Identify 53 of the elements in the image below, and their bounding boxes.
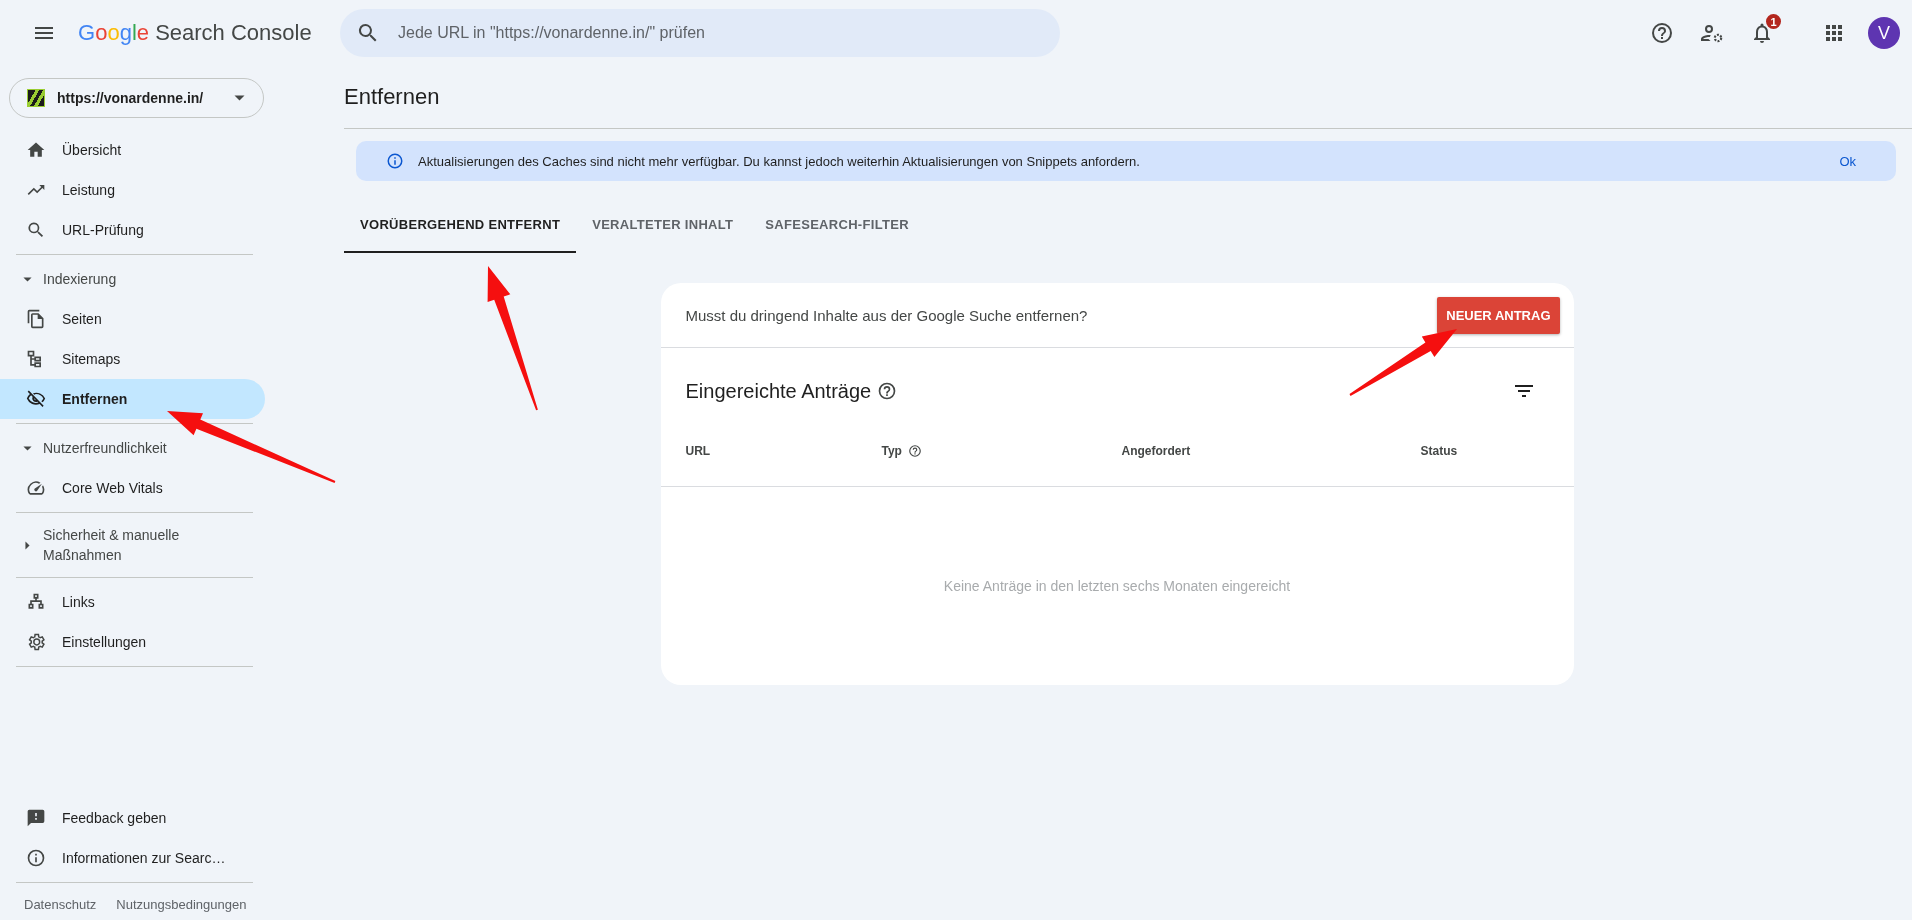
- property-url: https://vonardenne.in/: [57, 90, 205, 106]
- nav-item[interactable]: Core Web Vitals: [0, 468, 265, 508]
- feedback-icon: [26, 808, 46, 828]
- eye-slash-icon: [26, 389, 46, 409]
- nav-group-header[interactable]: Nutzerfreundlichkeit: [0, 428, 273, 468]
- gauge-icon: [26, 478, 46, 498]
- account-avatar[interactable]: V: [1868, 17, 1900, 49]
- pages-icon: [26, 309, 46, 329]
- column-header: Typ: [881, 444, 902, 458]
- nav-group-header[interactable]: Indexierung: [0, 259, 273, 299]
- nav-item[interactable]: Sitemaps: [0, 339, 265, 379]
- dropdown-caret-icon: [234, 95, 245, 101]
- nav-item[interactable]: Leistung: [0, 170, 265, 210]
- notification-badge: 1: [1766, 14, 1781, 29]
- network-icon: [26, 592, 46, 612]
- card-prompt: Musst du dringend Inhalte aus der Google Suche entfernen?: [685, 306, 1089, 324]
- help-icon: [1650, 21, 1674, 45]
- search-field[interactable]: Jede URL in "https://vonardenne.in/" prüfen: [340, 9, 1060, 57]
- settings-icon: [26, 632, 46, 652]
- nav-item[interactable]: Links: [0, 582, 265, 622]
- tab[interactable]: VERALTETER INHALT: [576, 197, 750, 253]
- ok-button[interactable]: Ok: [1833, 152, 1862, 170]
- info-icon: [26, 848, 46, 868]
- new-request-button[interactable]: NEUER ANTRAG: [1437, 296, 1560, 334]
- nav-item[interactable]: URL-Prüfung: [0, 210, 265, 250]
- help-icon: [877, 381, 898, 401]
- site-favicon-icon: [27, 89, 45, 107]
- caret-right-icon: [25, 540, 30, 550]
- caret-down-icon: [23, 276, 32, 282]
- nav-item[interactable]: Feedback geben: [0, 798, 265, 838]
- nav-item[interactable]: Informationen zur Searc…: [0, 838, 265, 878]
- tab[interactable]: SAFESEARCH-FILTER: [749, 197, 925, 253]
- column-header: Angefordert: [1121, 444, 1191, 458]
- column-header: Status: [1420, 444, 1458, 458]
- house-icon: [26, 140, 46, 160]
- nav-item[interactable]: Seiten: [0, 299, 265, 339]
- banner-message: Aktualisierungen des Caches sind nicht mehr verfügbar. Du kannst jedoch weiterhin Aktualisierungen von Snippets anfordern.: [418, 153, 1141, 169]
- page-title: Entfernen: [344, 83, 441, 111]
- search-icon: [26, 220, 46, 240]
- footer-link[interactable]: Nutzungsbedingungen: [116, 897, 247, 912]
- nav-group-header[interactable]: Sicherheit & manuelle Maßnahmen: [0, 517, 273, 573]
- info-icon: [386, 152, 404, 170]
- notifications-button[interactable]: 1: [1742, 13, 1782, 53]
- card-heading: Eingereichte Anträge: [685, 379, 872, 403]
- nav-item[interactable]: Übersicht: [0, 130, 265, 170]
- product-logo: Google Search Console: [78, 20, 312, 46]
- nav-item[interactable]: Entfernen: [0, 379, 265, 419]
- footer-link[interactable]: Datenschutz: [24, 897, 97, 912]
- caret-down-icon: [23, 445, 32, 451]
- column-header: URL: [685, 444, 711, 458]
- tab[interactable]: VORÜBERGEHEND ENTFERNT: [344, 197, 577, 253]
- nav-item[interactable]: Einstellungen: [0, 622, 265, 662]
- empty-state-message: Keine Anträge in den letzten sechs Monaten eingereicht: [943, 578, 1291, 594]
